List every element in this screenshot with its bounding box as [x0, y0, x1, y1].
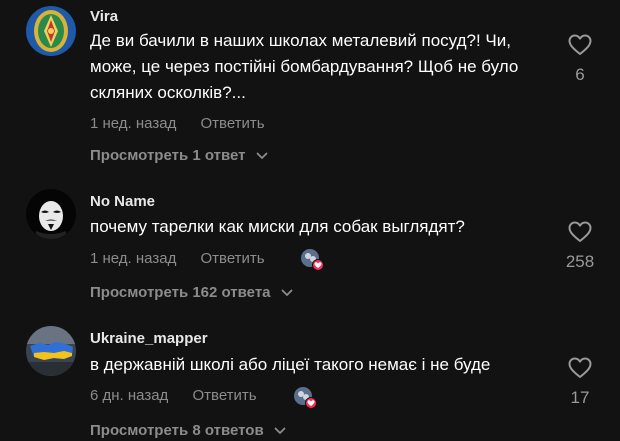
reply-button[interactable]: Ответить — [201, 115, 265, 132]
user-avatar[interactable] — [26, 326, 76, 376]
user-avatar[interactable] — [26, 6, 76, 56]
comment-meta: 1 нед. назад Ответить — [90, 250, 265, 267]
like-button[interactable]: 17 — [560, 357, 600, 408]
like-button[interactable]: 258 — [560, 221, 600, 272]
like-button[interactable]: 6 — [560, 34, 600, 85]
comment-time: 6 дн. назад — [90, 387, 169, 404]
chevron-down-icon — [281, 289, 293, 296]
view-replies-label: Просмотреть 8 ответов — [90, 422, 264, 439]
heart-icon — [568, 357, 592, 378]
mask-avatar-icon — [26, 189, 76, 239]
comment-time: 1 нед. назад — [90, 250, 177, 267]
map-avatar-icon — [26, 326, 76, 376]
comment-meta: 6 дн. назад Ответить — [90, 387, 257, 404]
username[interactable]: Ukraine_mapper — [90, 330, 208, 347]
comment-meta: 1 нед. назад Ответить — [90, 115, 265, 132]
heart-icon — [568, 34, 592, 55]
view-replies-button[interactable]: Просмотреть 162 ответа — [90, 284, 293, 301]
username[interactable]: Vira — [90, 8, 118, 25]
creator-avatar-icon — [301, 249, 324, 271]
comment-text: в державній школі або ліцеї такого немає… — [90, 355, 491, 374]
reply-button[interactable]: Ответить — [192, 387, 256, 404]
comment-text: почему тарелки как миски для собак выгля… — [90, 217, 465, 236]
creator-liked-badge — [299, 248, 325, 271]
like-count: 6 — [575, 65, 585, 84]
user-avatar[interactable] — [26, 189, 76, 239]
reply-button[interactable]: Ответить — [201, 250, 265, 267]
chevron-down-icon — [274, 427, 286, 434]
creator-avatar-icon — [294, 387, 317, 409]
view-replies-button[interactable]: Просмотреть 1 ответ — [90, 147, 268, 164]
like-count: 17 — [570, 388, 590, 407]
view-replies-label: Просмотреть 162 ответа — [90, 284, 271, 301]
view-replies-label: Просмотреть 1 ответ — [90, 147, 246, 164]
comment-text: Де ви бачили в наших школах металевий по… — [90, 31, 519, 102]
username[interactable]: No Name — [90, 193, 155, 210]
view-replies-button[interactable]: Просмотреть 8 ответов — [90, 422, 286, 439]
creator-liked-badge — [292, 386, 318, 409]
heart-icon — [568, 221, 592, 242]
ornament-avatar-icon — [26, 6, 76, 56]
like-count: 258 — [565, 252, 595, 271]
comment-time: 1 нед. назад — [90, 115, 177, 132]
chevron-down-icon — [256, 152, 268, 159]
